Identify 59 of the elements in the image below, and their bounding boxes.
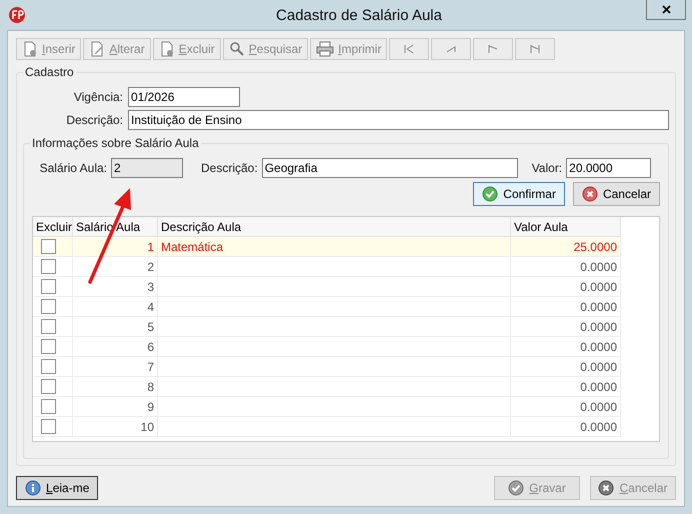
confirm-button[interactable]: Confirmar: [473, 182, 565, 206]
table-row[interactable]: 7 0.0000: [33, 357, 621, 377]
table-cell: 0.0000: [511, 417, 621, 437]
search-icon: [228, 41, 245, 57]
app-logo-icon: [8, 6, 26, 24]
checkbox[interactable]: [41, 399, 56, 414]
column-header[interactable]: Excluir: [33, 217, 73, 237]
first-record-icon: [404, 44, 414, 54]
close-icon: [662, 5, 670, 14]
cancel-icon: [598, 480, 614, 496]
table-row[interactable]: 5 0.0000: [33, 317, 621, 337]
field-label: Descrição:: [201, 161, 258, 175]
last-record-icon: [530, 44, 540, 54]
document-icon: [158, 41, 175, 57]
selected-row[interactable]: 1 Matemática 25.0000: [33, 237, 621, 257]
checkbox[interactable]: [41, 419, 56, 434]
table-row[interactable]: 2 0.0000: [33, 257, 621, 277]
input-field[interactable]: 01/2026: [128, 87, 240, 107]
readme-button[interactable]: Leia-me: [16, 476, 98, 500]
table-row[interactable]: 3 0.0000: [33, 277, 621, 297]
table-cell: 10: [73, 417, 158, 437]
field-label: Valor:: [532, 161, 562, 175]
checkbox[interactable]: [41, 299, 56, 314]
field-label: Descrição:: [65, 113, 123, 127]
cancel-button[interactable]: Cancelar: [572, 182, 660, 206]
field-label: Vigência:: [72, 90, 123, 104]
table-row[interactable]: 8 0.0000: [33, 377, 621, 397]
group-title: Informações sobre Salário Aula: [30, 136, 201, 150]
input-field[interactable]: Geografia: [262, 158, 518, 178]
group-title: Cadastro: [23, 65, 76, 79]
next-record-icon: [488, 44, 498, 54]
document-icon: [22, 41, 38, 57]
input-field[interactable]: 2: [111, 158, 183, 178]
column-header[interactable]: Descrição Aula: [158, 217, 511, 237]
cancel-icon: [582, 186, 598, 202]
column-header[interactable]: Salário Aula: [73, 217, 158, 237]
table-row[interactable]: 4 0.0000: [33, 297, 621, 317]
field-label: Salário Aula:: [38, 161, 107, 175]
printer-icon: [316, 41, 334, 57]
check-icon: [482, 186, 498, 202]
table-row[interactable]: 6 0.0000: [33, 337, 621, 357]
close-button[interactable]: [646, 0, 686, 20]
table-row[interactable]: 10 0.0000: [33, 417, 621, 437]
input-field[interactable]: Instituição de Ensino: [128, 110, 669, 130]
check-icon: [508, 480, 524, 496]
window-title: Cadastro de Salário Aula: [276, 6, 442, 24]
info-icon: [25, 480, 41, 496]
previous-record-icon: [446, 44, 456, 54]
column-header[interactable]: Valor Aula: [511, 217, 621, 237]
checkbox[interactable]: [41, 359, 56, 374]
checkbox[interactable]: [41, 319, 56, 334]
table-row[interactable]: 9 0.0000: [33, 397, 621, 417]
checkbox[interactable]: [41, 239, 56, 254]
checkbox[interactable]: [41, 379, 56, 394]
checkbox[interactable]: [41, 259, 56, 274]
checkbox[interactable]: [41, 279, 56, 294]
input-field[interactable]: 20.0000: [566, 158, 652, 178]
checkbox[interactable]: [41, 339, 56, 354]
edit-document-icon: [89, 41, 106, 57]
